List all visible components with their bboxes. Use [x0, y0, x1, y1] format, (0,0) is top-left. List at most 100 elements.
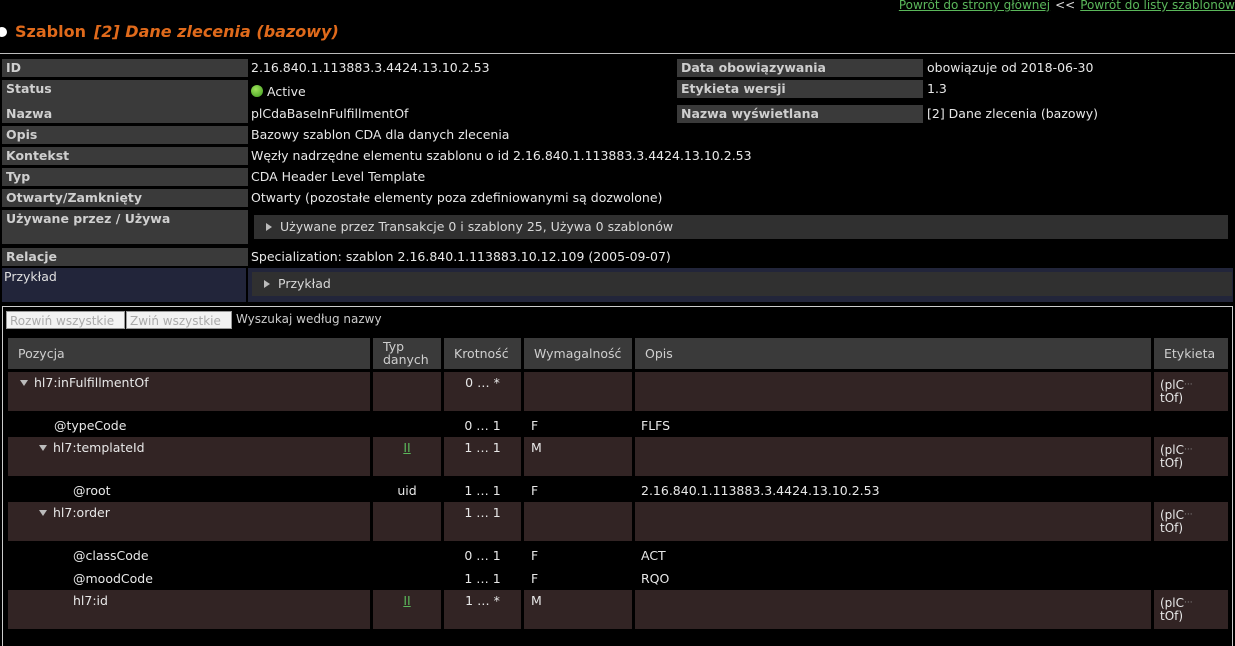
context-label: Kontekst — [2, 147, 248, 165]
row-cell-bg — [8, 590, 370, 629]
open-closed-value: Otwarty (pozostałe elementy poza zdefini… — [251, 190, 663, 205]
col-description: Opis — [635, 338, 1151, 369]
valid-value: obowiązuje od 2018-06-30 — [927, 60, 1094, 75]
data-type-cell: uid — [373, 483, 441, 498]
search-input[interactable]: Wyszukaj według nazwy — [236, 312, 382, 326]
description-cell: 2.16.840.1.113883.3.4424.13.10.2.53 — [641, 483, 880, 498]
row-cell-bg — [635, 502, 1151, 541]
truncation-icon: ··· — [1184, 380, 1193, 390]
disclosure-triangle-icon — [266, 223, 272, 231]
tree-node-name[interactable]: hl7:templateId — [39, 440, 145, 455]
type-label: Typ — [2, 168, 248, 186]
tree-node-label: @moodCode — [73, 571, 153, 586]
tree-node-name: @moodCode — [73, 571, 153, 586]
page-title: Szablon [2] Dane zlecenia (bazowy) — [0, 22, 339, 41]
used-by-summary: Używane przez Transakcje 0 i szablony 25… — [280, 219, 674, 234]
col-data-type: Typ danych — [373, 338, 441, 369]
col-data-type-line2: danych — [383, 352, 429, 367]
description-cell: RQO — [641, 571, 670, 586]
tree-node-name[interactable]: hl7:order — [39, 505, 110, 520]
example-summary: Przykład — [278, 276, 331, 291]
used-by-disclosure[interactable]: Używane przez Transakcje 0 i szablony 25… — [254, 215, 1228, 239]
row-cell-bg — [635, 437, 1151, 476]
label-line2: tOf) — [1160, 521, 1184, 535]
row-cell-bg — [373, 372, 441, 411]
disclosure-triangle-icon — [264, 280, 270, 288]
tree-node-name: @typeCode — [54, 418, 126, 433]
tree-node-label: @root — [73, 483, 111, 498]
tree-node-label: hl7:order — [53, 505, 110, 520]
conformance-cell: F — [531, 571, 539, 586]
label-cell: (plC··· tOf) — [1160, 509, 1193, 535]
label-cell: (plC··· tOf) — [1160, 444, 1193, 470]
label-line2: tOf) — [1160, 391, 1184, 405]
template-list-link[interactable]: Powrót do listy szablonów — [1080, 0, 1235, 12]
expand-all-button[interactable]: Rozwiń wszystkie — [6, 311, 125, 329]
display-name-label: Nazwa wyświetlana — [677, 105, 923, 123]
data-type-value[interactable]: II — [403, 593, 410, 608]
template-tree: Rozwiń wszystkie Zwiń wszystkie Wyszukaj… — [2, 306, 1233, 646]
label-line1: (plC — [1160, 378, 1185, 392]
cardinality-cell: 0 … * — [465, 375, 500, 390]
cardinality-cell: 1 … 1 — [464, 571, 501, 586]
truncation-icon: ··· — [1184, 598, 1193, 608]
tree-node-name: hl7:id — [73, 593, 108, 608]
label-line1: (plC — [1160, 508, 1185, 522]
example-disclosure[interactable]: Przykład — [252, 272, 1232, 296]
home-link[interactable]: Powrót do strony głównej — [899, 0, 1050, 12]
label-cell: (plC··· tOf) — [1160, 597, 1193, 623]
cardinality-cell: 1 … * — [465, 593, 500, 608]
label-line1: (plC — [1160, 596, 1185, 610]
radio-dot-icon[interactable] — [0, 27, 7, 37]
name-label: Nazwa — [2, 105, 248, 123]
example-panel: Przykład — [248, 268, 1233, 302]
conformance-cell: F — [531, 548, 539, 563]
display-name-value: [2] Dane zlecenia (bazowy) — [927, 106, 1099, 121]
divider — [0, 53, 1235, 54]
conformance-cell: M — [531, 440, 542, 455]
open-closed-label: Otwarty/Zamknięty — [2, 189, 248, 207]
expand-caret-icon[interactable] — [39, 445, 47, 451]
truncation-icon: ··· — [1184, 510, 1193, 520]
cardinality-cell: 1 … 1 — [464, 505, 501, 520]
label-line2: tOf) — [1160, 456, 1184, 470]
tree-node-label: @typeCode — [54, 418, 127, 433]
relations-value: Specialization: szablon 2.16.840.1.11388… — [251, 249, 671, 264]
data-type-cell[interactable]: II — [373, 593, 441, 608]
top-nav: Powrót do strony głównej << Powrót do list… — [899, 0, 1235, 12]
description-cell: ACT — [641, 548, 666, 563]
truncation-icon: ··· — [1184, 445, 1193, 455]
conformance-cell: F — [531, 483, 539, 498]
description-cell: FLFS — [641, 418, 671, 433]
collapse-all-button[interactable]: Zwiń wszystkie — [126, 311, 232, 329]
nav-separator: << — [1055, 0, 1076, 12]
valid-label: Data obowiązywania — [677, 59, 923, 77]
active-status-icon — [251, 85, 263, 97]
col-cardinality: Krotność — [444, 338, 521, 369]
tree-node-name: @root — [73, 483, 111, 498]
data-type-value[interactable]: II — [403, 440, 410, 455]
tree-node-label: @classCode — [73, 548, 149, 563]
tree-node-label: hl7:id — [73, 593, 108, 608]
status-value: Active — [251, 83, 306, 101]
data-type-cell[interactable]: II — [373, 440, 441, 455]
tree-node-label: hl7:templateId — [53, 440, 145, 455]
title-prefix: Szablon — [15, 22, 86, 41]
context-value: Węzły nadrzędne elementu szablonu o id 2… — [251, 148, 752, 163]
tree-node-name: @classCode — [73, 548, 149, 563]
col-label: Etykieta — [1154, 338, 1228, 369]
expand-caret-icon[interactable] — [20, 380, 28, 386]
cardinality-cell: 1 … 1 — [464, 483, 501, 498]
status-label: Status — [2, 80, 248, 105]
tree-node-label: hl7:inFulfillmentOf — [34, 375, 149, 390]
expand-caret-icon[interactable] — [39, 510, 47, 516]
id-value: 2.16.840.1.113883.3.4424.13.10.2.53 — [251, 60, 490, 75]
example-label: Przykład — [2, 268, 246, 302]
label-cell: (plC··· tOf) — [1160, 379, 1193, 405]
type-value: CDA Header Level Template — [251, 169, 426, 184]
version-label: Etykieta wersji — [677, 80, 923, 98]
row-cell-bg — [524, 372, 632, 411]
label-line1: (plC — [1160, 443, 1185, 457]
tree-node-name[interactable]: hl7:inFulfillmentOf — [20, 375, 149, 390]
col-conformance: Wymagalność — [524, 338, 632, 369]
